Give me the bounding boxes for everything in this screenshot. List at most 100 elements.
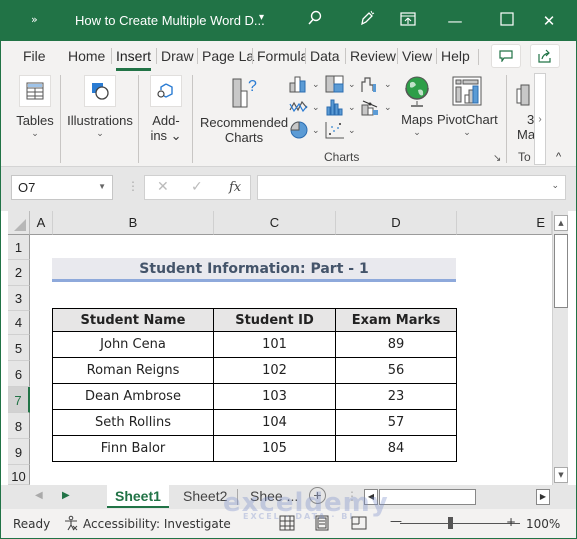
cell-student-name[interactable]: Dean Ambrose [52, 383, 214, 410]
select-all-button[interactable] [8, 211, 30, 235]
cell-student-name[interactable]: John Cena [52, 331, 214, 358]
sheet-title-cell[interactable]: Student Information: Part - 1 [52, 258, 456, 282]
search-icon[interactable] [304, 10, 326, 32]
tab-view[interactable]: View [397, 48, 432, 64]
zoom-in-button[interactable]: + [506, 515, 516, 529]
combo-chart-icon[interactable] [361, 98, 381, 116]
header-exam-marks[interactable]: Exam Marks [335, 308, 457, 332]
maps-button[interactable]: Maps ⌄ [397, 75, 437, 138]
line-chart-icon[interactable] [289, 98, 309, 116]
tables-button[interactable]: Tables ⌄ [15, 75, 55, 139]
sheet-tab-more[interactable]: Shee ... [242, 485, 306, 508]
pie-chart-icon[interactable] [289, 121, 309, 139]
cell-student-id[interactable]: 103 [213, 383, 336, 410]
scroll-right-button[interactable]: ▶ [536, 489, 550, 505]
chevron-down-icon[interactable]: ⌄ [312, 79, 320, 90]
page-layout-view-icon[interactable] [314, 515, 330, 534]
chevron-down-icon[interactable]: ▼ [98, 182, 106, 191]
row-header-5[interactable]: 5 [8, 335, 30, 361]
accessibility-status[interactable]: Accessibility: Investigate [83, 517, 231, 531]
pivotchart-button[interactable]: PivotChart ⌄ [437, 75, 498, 138]
tab-formulas[interactable]: Formula [252, 48, 306, 64]
pen-icon[interactable] [356, 10, 378, 32]
row-header-2[interactable]: 2 [8, 260, 30, 286]
sheet-tab-sheet1[interactable]: Sheet1 [107, 485, 169, 508]
row-header-4[interactable]: 4 [8, 311, 30, 335]
comments-button[interactable] [491, 44, 521, 68]
accessibility-icon[interactable] [63, 515, 79, 534]
zoom-level[interactable]: 100% [526, 517, 560, 531]
cell-student-id[interactable]: 105 [213, 435, 336, 462]
horizontal-scrollbar[interactable]: ◀ ▶ [364, 489, 552, 505]
header-student-id[interactable]: Student ID [213, 308, 336, 332]
scatter-chart-icon[interactable] [325, 121, 345, 139]
statistic-chart-icon[interactable] [325, 98, 345, 116]
zoom-out-button[interactable]: — [390, 514, 402, 528]
close-button[interactable]: ✕ [538, 10, 560, 32]
scroll-down-button[interactable]: ▼ [554, 467, 568, 483]
column-header-d[interactable]: D [336, 211, 457, 235]
minimize-button[interactable]: — [444, 10, 466, 32]
ribbon-scroll-right[interactable]: › [534, 73, 546, 165]
cell-student-name[interactable]: Seth Rollins [52, 409, 214, 436]
row-header-8[interactable]: 8 [8, 413, 30, 439]
chevron-down-icon[interactable]: ⌄ [348, 102, 356, 113]
illustrations-button[interactable]: Illustrations ⌄ [67, 75, 133, 139]
tab-data[interactable]: Data [305, 48, 340, 64]
maximize-button[interactable] [496, 10, 518, 32]
tab-split-grip[interactable]: ⋮ [346, 489, 358, 503]
addins-button[interactable]: Add- ins ⌄ [146, 75, 186, 144]
vertical-scrollbar[interactable]: ▲ ▼ [552, 211, 568, 485]
column-header-e[interactable]: E [457, 211, 552, 235]
ribbon-display-options-icon[interactable] [397, 10, 419, 32]
row-header-10[interactable]: 10 [8, 465, 30, 485]
scroll-up-button[interactable]: ▲ [554, 215, 568, 231]
cell-exam-marks[interactable]: 89 [335, 331, 457, 358]
quick-access-toolbar-overflow[interactable]: » [31, 13, 38, 26]
dialog-launcher-icon[interactable]: ↘ [493, 153, 501, 164]
column-header-c[interactable]: C [214, 211, 336, 235]
column-chart-icon[interactable] [289, 75, 309, 93]
chevron-down-icon[interactable]: ⌄ [384, 102, 392, 113]
title-dropdown-icon[interactable]: ▾ [259, 12, 264, 23]
page-break-preview-icon[interactable] [351, 515, 367, 534]
expand-formula-bar-icon[interactable]: ⌄ [551, 181, 559, 191]
tab-insert[interactable]: Insert [111, 48, 152, 71]
column-header-a[interactable]: A [30, 211, 53, 235]
row-header-6[interactable]: 6 [8, 361, 30, 387]
tab-page-layout[interactable]: Page La [197, 48, 254, 64]
next-sheet-icon[interactable]: ▶ [62, 490, 70, 501]
cell-student-name[interactable]: Roman Reigns [52, 357, 214, 384]
tab-review[interactable]: Review [345, 48, 396, 64]
collapse-ribbon-icon[interactable]: ^ [556, 151, 561, 163]
hierarchy-chart-icon[interactable] [325, 75, 345, 93]
3d-map-button[interactable]: 3 Ma [511, 75, 535, 142]
chevron-down-icon[interactable]: ⌄ [348, 125, 356, 136]
sheet-tab-sheet2[interactable]: Sheet2 [175, 485, 235, 508]
scroll-left-button[interactable]: ◀ [364, 489, 378, 505]
cell-exam-marks[interactable]: 56 [335, 357, 457, 384]
cell-exam-marks[interactable]: 23 [335, 383, 457, 410]
insert-function-icon[interactable]: fx [229, 180, 241, 195]
chevron-down-icon[interactable]: ⌄ [384, 79, 392, 90]
row-header-9[interactable]: 9 [8, 439, 30, 465]
share-button[interactable] [530, 44, 560, 68]
header-student-name[interactable]: Student Name [52, 308, 214, 332]
cell-student-id[interactable]: 101 [213, 331, 336, 358]
waterfall-chart-icon[interactable] [361, 75, 381, 93]
cancel-icon[interactable]: ✕ [157, 179, 169, 195]
name-box[interactable]: O7 ▼ [11, 175, 113, 200]
row-header-7[interactable]: 7 [8, 387, 30, 413]
formula-input[interactable]: ⌄ [257, 175, 566, 200]
zoom-slider[interactable] [400, 523, 520, 524]
column-header-b[interactable]: B [53, 211, 214, 235]
cell-student-id[interactable]: 104 [213, 409, 336, 436]
row-header-3[interactable]: 3 [8, 286, 30, 311]
document-title[interactable]: How to Create Multiple Word D... [75, 13, 265, 28]
cell-exam-marks[interactable]: 84 [335, 435, 457, 462]
tab-help[interactable]: Help [436, 48, 470, 64]
enter-icon[interactable]: ✓ [191, 179, 203, 195]
recommended-charts-button[interactable]: ? Recommended Charts [200, 75, 288, 145]
chevron-down-icon[interactable]: ⌄ [312, 125, 320, 136]
zoom-slider-thumb[interactable] [448, 517, 453, 529]
